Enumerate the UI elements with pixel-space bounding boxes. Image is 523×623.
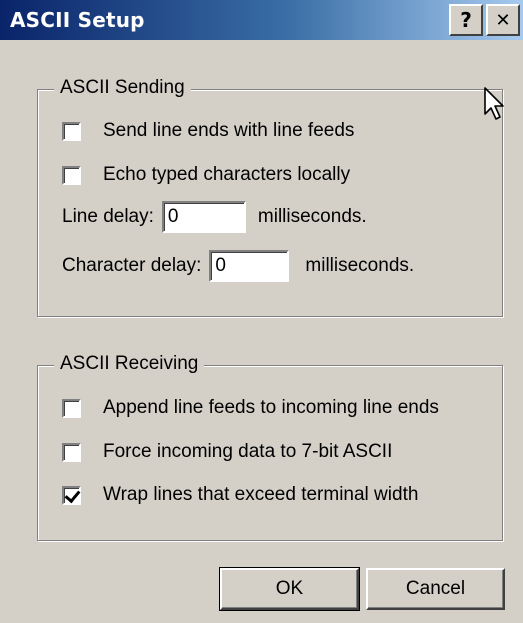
send-line-ends-option[interactable]: Send line ends with line feeds xyxy=(62,120,354,142)
character-delay-label: Character delay: xyxy=(62,255,202,276)
character-delay-input[interactable]: 0 xyxy=(209,250,290,282)
append-line-feeds-option[interactable]: Append line feeds to incoming line ends xyxy=(62,397,439,419)
line-delay-unit: milliseconds. xyxy=(257,206,367,227)
cancel-button[interactable]: Cancel xyxy=(366,568,505,610)
window-title: ASCII Setup xyxy=(10,8,145,32)
ascii-receiving-group: ASCII Receiving Append line feeds to inc… xyxy=(37,353,503,541)
mouse-pointer-icon xyxy=(484,87,504,120)
echo-locally-checkbox[interactable] xyxy=(62,165,81,185)
wrap-lines-checkbox[interactable] xyxy=(62,485,81,505)
force-7bit-checkbox[interactable] xyxy=(62,442,81,462)
send-line-ends-checkbox[interactable] xyxy=(62,121,81,141)
help-button[interactable]: ? xyxy=(449,4,483,36)
ok-button[interactable]: OK xyxy=(219,567,360,611)
echo-locally-label: Echo typed characters locally xyxy=(103,164,351,185)
title-bar[interactable]: ASCII Setup ? ✕ xyxy=(0,0,523,40)
echo-locally-option[interactable]: Echo typed characters locally xyxy=(62,164,350,186)
line-delay-input[interactable]: 0 xyxy=(161,201,246,233)
character-delay-row: Character delay: 0 milliseconds. xyxy=(62,250,414,282)
question-mark-icon: ? xyxy=(460,8,472,32)
ascii-setup-dialog: ASCII Setup ? ✕ ASCII Sending Send line … xyxy=(0,0,523,623)
ascii-sending-group: ASCII Sending Send line ends with line f… xyxy=(37,77,503,317)
send-line-ends-label: Send line ends with line feeds xyxy=(103,120,355,141)
wrap-lines-option[interactable]: Wrap lines that exceed terminal width xyxy=(62,484,418,506)
append-line-feeds-label: Append line feeds to incoming line ends xyxy=(103,397,439,418)
line-delay-row: Line delay: 0 milliseconds. xyxy=(62,201,367,233)
close-button[interactable]: ✕ xyxy=(486,4,520,36)
wrap-lines-label: Wrap lines that exceed terminal width xyxy=(103,484,419,505)
force-7bit-label: Force incoming data to 7-bit ASCII xyxy=(103,441,393,462)
append-line-feeds-checkbox[interactable] xyxy=(62,398,81,418)
line-delay-label: Line delay: xyxy=(62,206,154,227)
close-icon: ✕ xyxy=(495,9,511,31)
ascii-sending-legend: ASCII Sending xyxy=(54,77,191,99)
ascii-receiving-legend: ASCII Receiving xyxy=(54,353,205,375)
character-delay-unit: milliseconds. xyxy=(305,255,415,276)
force-7bit-option[interactable]: Force incoming data to 7-bit ASCII xyxy=(62,441,392,463)
